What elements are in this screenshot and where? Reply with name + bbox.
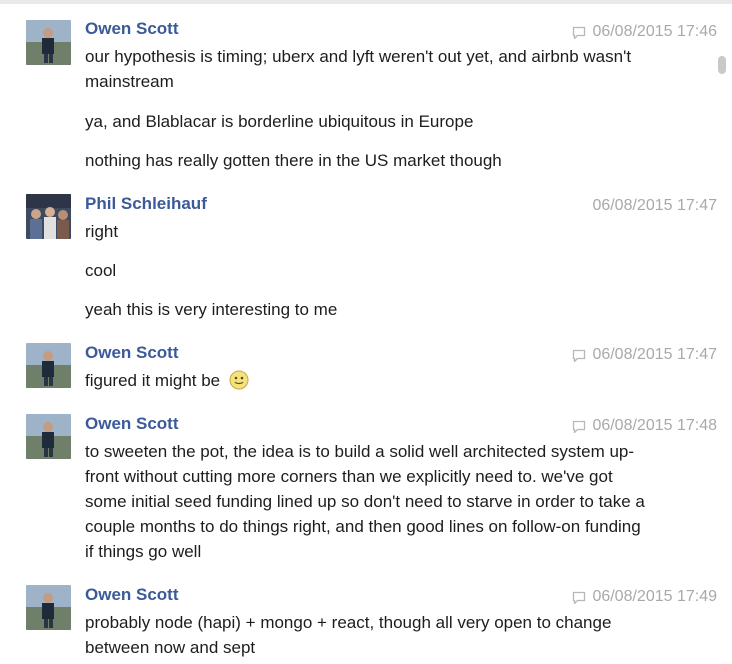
timestamp-text: 06/08/2015 17:49 [592, 588, 717, 605]
message-timestamp[interactable]: 06/08/2015 17:48 [572, 416, 717, 436]
message-line: nothing has really gotten there in the U… [85, 151, 502, 170]
message-timestamp[interactable]: 06/08/2015 17:46 [572, 22, 717, 42]
message-line: cool [85, 261, 117, 280]
message-author[interactable]: Owen Scott [85, 414, 179, 434]
timestamp-text: 06/08/2015 17:48 [592, 417, 717, 434]
timestamp-text: 06/08/2015 17:47 [592, 346, 717, 363]
message-line: to sweeten the pot, the idea is to build… [85, 442, 645, 561]
reply-icon[interactable] [572, 349, 586, 362]
message-line: ya, and Blablacar is borderline ubiquito… [85, 112, 474, 131]
message-author[interactable]: Owen Scott [85, 585, 179, 605]
avatar-owen-scott[interactable] [26, 585, 71, 630]
reply-icon[interactable] [572, 420, 586, 433]
reply-icon[interactable] [572, 26, 586, 39]
scrollbar-thumb[interactable] [718, 56, 726, 74]
message-author[interactable]: Owen Scott [85, 343, 179, 363]
message-line: right [85, 222, 119, 241]
message-line: our hypothesis is timing; uberx and lyft… [85, 47, 632, 91]
message-timestamp[interactable]: 06/08/2015 17:47 [592, 196, 717, 216]
smiley-emoji [229, 370, 249, 390]
timestamp-text: 06/08/2015 17:46 [592, 23, 717, 40]
message-line: probably node (hapi) + mongo + react, th… [85, 613, 612, 657]
message-line: yeah this is very interesting to me [85, 300, 338, 319]
message-list[interactable]: Owen Scott 06/08/2015 17:46 our hypothes… [0, 0, 720, 664]
avatar-owen-scott[interactable] [26, 20, 71, 65]
avatar-owen-scott[interactable] [26, 414, 71, 459]
avatar-phil-schleihauf[interactable] [26, 194, 71, 239]
message-timestamp[interactable]: 06/08/2015 17:49 [572, 587, 717, 607]
message-line: figured it might be [85, 368, 645, 393]
timestamp-text: 06/08/2015 17:47 [592, 197, 717, 214]
message-text: figured it might be [85, 371, 221, 390]
avatar-owen-scott[interactable] [26, 343, 71, 388]
message-timestamp[interactable]: 06/08/2015 17:47 [572, 345, 717, 365]
reply-icon[interactable] [572, 591, 586, 604]
message-author[interactable]: Owen Scott [85, 19, 179, 39]
message-author[interactable]: Phil Schleihauf [85, 194, 207, 214]
